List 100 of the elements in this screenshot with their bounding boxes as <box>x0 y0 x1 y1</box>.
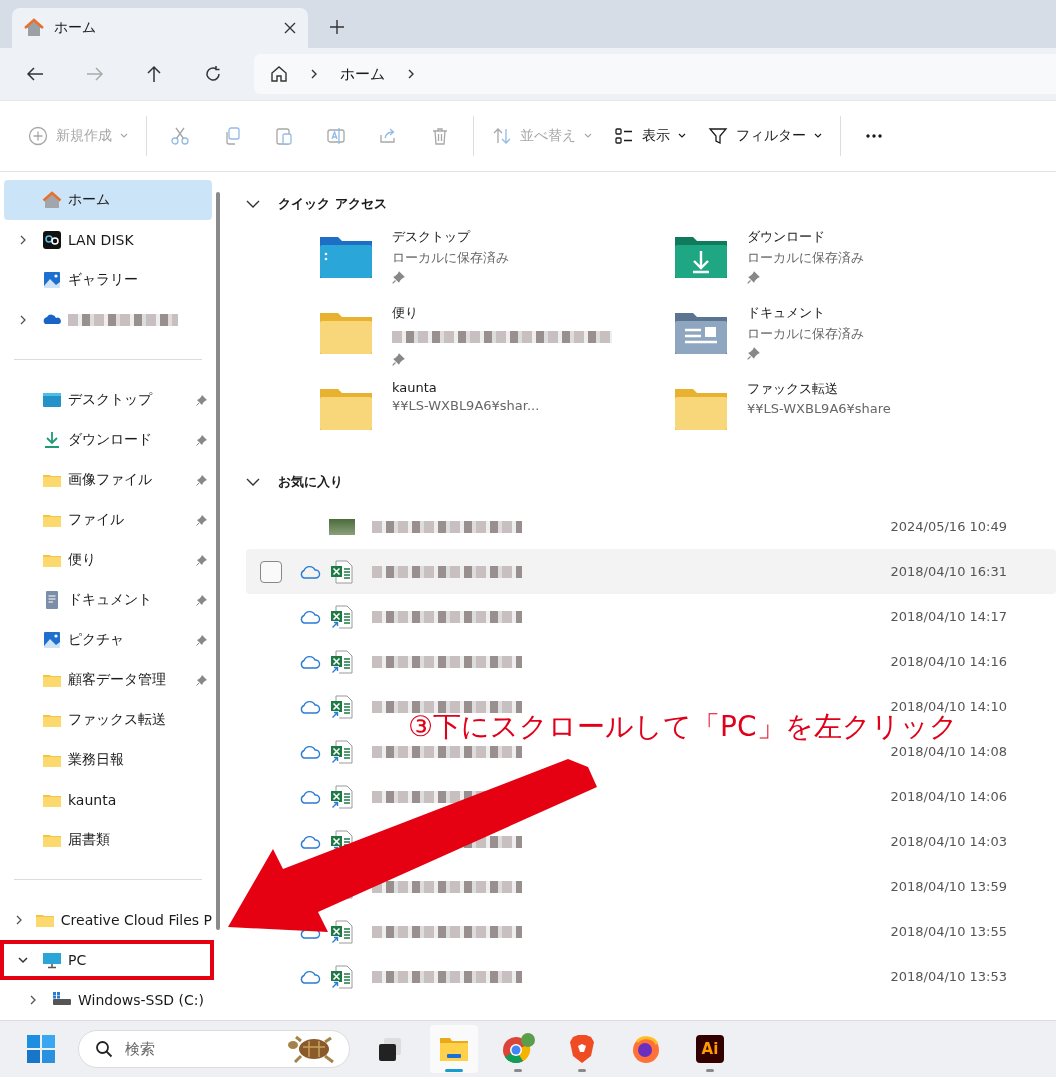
browser-icon[interactable] <box>501 1033 535 1065</box>
expand-chevron-icon[interactable] <box>29 994 37 1006</box>
folder-name[interactable]: ファックス転送 <box>747 380 838 398</box>
date-modified: 2018/04/10 14:03 <box>890 834 1007 849</box>
home-outline-icon <box>270 65 288 83</box>
pin-icon <box>196 634 208 646</box>
cloud-icon <box>299 969 321 984</box>
sidebar-item[interactable]: ドキュメント <box>68 591 152 609</box>
section-title[interactable]: クイック アクセス <box>278 195 387 213</box>
sidebar-item[interactable]: 便り <box>68 551 96 569</box>
start-icon[interactable] <box>26 1034 56 1064</box>
pin-icon <box>196 674 208 686</box>
app-icon[interactable]: Ai <box>696 1035 724 1063</box>
cloud-icon <box>299 834 321 849</box>
taskbar-app[interactable] <box>430 1025 478 1073</box>
view-button[interactable]: 表示 <box>604 116 696 156</box>
date-modified: 2018/04/10 13:59 <box>890 879 1007 894</box>
folder-location: ローカルに保存済み <box>747 325 864 343</box>
date-modified: 2018/04/10 13:55 <box>890 924 1007 939</box>
folder-name[interactable]: デスクトップ <box>392 228 470 246</box>
spreadsheet-shortcut-icon <box>330 964 354 989</box>
folder-name[interactable]: 便り <box>392 304 418 322</box>
sidebar-item[interactable]: 業務日報 <box>68 751 124 769</box>
folder-location: ローカルに保存済み <box>747 249 864 267</box>
task-view-icon[interactable] <box>376 1035 404 1063</box>
section-title[interactable]: お気に入り <box>278 473 343 491</box>
caret-icon <box>814 133 822 139</box>
address-bar[interactable]: ホーム <box>254 54 1056 94</box>
sidebar-item[interactable]: LAN DISK <box>68 232 134 248</box>
pin-icon <box>196 434 208 446</box>
pin-icon <box>392 270 406 284</box>
sidebar-item[interactable]: ピクチャ <box>68 631 124 649</box>
sidebar-item[interactable]: Creative Cloud Files P <box>60 912 212 928</box>
cloud-icon <box>299 744 321 759</box>
folder-location: ¥¥LS-WXBL9A6¥shar... <box>392 398 540 413</box>
sidebar-item[interactable]: Windows-SSD (C:) <box>78 992 204 1008</box>
sidebar-item[interactable]: 顧客データ管理 <box>68 671 166 689</box>
home-icon <box>42 190 62 210</box>
sidebar-item[interactable]: kaunta <box>68 792 117 808</box>
sidebar-item[interactable]: ギャラリー <box>68 271 138 289</box>
spreadsheet-shortcut-icon <box>330 604 354 629</box>
home-icon <box>24 18 44 38</box>
annotation-label: ③下にスクロールして「PC」を左クリック <box>408 713 958 741</box>
folder-name[interactable]: ダウンロード <box>747 228 825 246</box>
refresh-icon[interactable] <box>204 65 222 83</box>
cloud-icon <box>299 789 321 804</box>
filter-button[interactable]: フィルター <box>698 116 832 156</box>
pin-icon <box>392 352 406 366</box>
expand-chevron-icon[interactable] <box>19 314 27 326</box>
folder-name[interactable]: ドキュメント <box>747 304 825 322</box>
back-icon[interactable] <box>26 66 44 82</box>
sidebar-item[interactable]: 画像ファイル <box>68 471 152 489</box>
folder-location: ローカルに保存済み <box>392 249 509 267</box>
picture-icon <box>42 270 62 290</box>
cloud-icon <box>299 654 321 669</box>
date-modified: 2018/04/10 14:17 <box>890 609 1007 624</box>
date-modified: 2018/04/10 14:06 <box>890 789 1007 804</box>
folder-name[interactable]: kaunta <box>392 380 437 395</box>
caret-icon <box>120 133 128 139</box>
sidebar-item[interactable]: ホーム <box>4 180 212 220</box>
desktop-folder-icon[interactable] <box>318 234 374 280</box>
sidebar-item[interactable]: 届書類 <box>68 831 110 849</box>
download-icon <box>42 430 62 450</box>
search-field[interactable]: 検索 <box>78 1030 350 1068</box>
search-icon <box>95 1040 113 1058</box>
spreadsheet-shortcut-icon <box>330 739 354 764</box>
home-tab[interactable]: ホーム <box>12 8 308 48</box>
pin-icon <box>196 594 208 606</box>
date-modified: 2018/04/10 16:31 <box>890 564 1007 579</box>
chevron-icon <box>310 68 318 80</box>
collapse-chevron-icon[interactable] <box>246 200 260 208</box>
cloud-icon <box>299 564 321 579</box>
pin-icon <box>747 270 761 284</box>
date-modified: 2018/04/10 14:08 <box>890 744 1007 759</box>
collapse-chevron-icon[interactable] <box>17 956 29 964</box>
breadcrumb-item[interactable]: ホーム <box>340 64 385 84</box>
caret-icon <box>584 133 592 139</box>
scrollbar[interactable] <box>216 192 220 930</box>
up-icon[interactable] <box>146 65 162 83</box>
document-folder-icon[interactable] <box>673 310 729 356</box>
cloud-icon <box>299 609 321 624</box>
close-icon[interactable] <box>284 22 296 34</box>
sidebar-item[interactable]: ダウンロード <box>68 431 152 449</box>
expand-chevron-icon[interactable] <box>19 234 27 246</box>
date-modified: 2018/04/10 13:53 <box>890 969 1007 984</box>
sidebar-item[interactable]: デスクトップ <box>68 391 152 409</box>
collapse-chevron-icon[interactable] <box>246 478 260 486</box>
sidebar-item[interactable]: ファイル <box>68 511 124 529</box>
spreadsheet-icon <box>330 559 354 584</box>
desktop-folder-icon <box>42 390 62 410</box>
file-row[interactable]: 2018/04/10 16:31 <box>246 549 1056 594</box>
download-folder-icon[interactable] <box>673 234 729 280</box>
new-tab-icon[interactable] <box>330 20 344 34</box>
spreadsheet-shortcut-icon <box>330 919 354 944</box>
expand-chevron-icon[interactable] <box>15 914 24 926</box>
checkbox[interactable] <box>260 560 282 583</box>
pin-icon <box>196 554 208 566</box>
photo-thumbnail <box>329 518 355 535</box>
sidebar-item[interactable]: ファックス転送 <box>68 711 166 729</box>
sidebar-item[interactable]: PC <box>0 940 214 980</box>
